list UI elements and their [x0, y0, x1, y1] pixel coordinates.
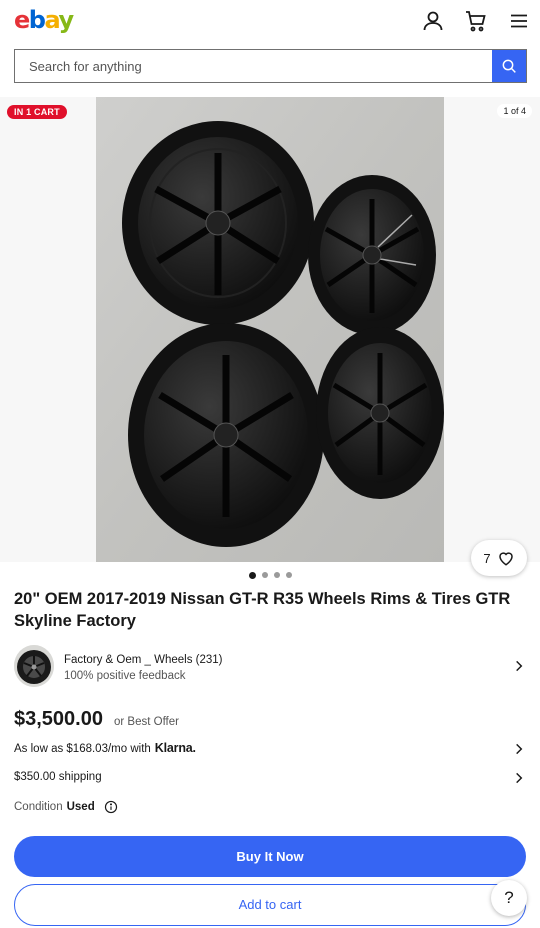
carousel-dots: [0, 571, 540, 579]
image-gallery[interactable]: IN 1 CART 1 of 4: [0, 97, 540, 562]
chevron-right-icon[interactable]: [512, 742, 526, 756]
condition-label: Condition: [14, 801, 63, 813]
product-photo[interactable]: [96, 97, 444, 562]
seller-feedback: 100% positive feedback: [64, 670, 186, 682]
chevron-right-icon[interactable]: [512, 771, 526, 785]
user-icon[interactable]: [421, 9, 445, 33]
financing-text: As low as $168.03/mo with: [14, 743, 151, 755]
shipping-row[interactable]: $350.00 shipping: [14, 771, 102, 783]
best-offer-label: or Best Offer: [114, 716, 179, 728]
ebay-logo[interactable]: ebay: [14, 6, 74, 34]
condition-value: Used: [66, 801, 95, 813]
watch-count: 7: [483, 550, 491, 566]
condition-row: Condition Used: [14, 800, 118, 814]
financing-row[interactable]: As low as $168.03/mo with Klarna.: [14, 741, 196, 755]
menu-icon[interactable]: [507, 9, 531, 33]
search-icon: [502, 59, 516, 73]
carousel-dot[interactable]: [261, 572, 268, 578]
listing-title: 20" OEM 2017-2019 Nissan GT-R R35 Wheels…: [14, 590, 511, 630]
image-counter: 1 of 4: [497, 104, 532, 118]
seller-row[interactable]: Factory & Oem _ Wheels (231) 100% positi…: [14, 645, 528, 689]
chevron-right-icon: [516, 660, 523, 672]
info-icon[interactable]: [104, 800, 118, 814]
help-button[interactable]: ?: [491, 880, 527, 916]
seller-avatar: [14, 645, 54, 687]
add-to-cart-button[interactable]: Add to cart: [14, 884, 526, 926]
klarna-logo: Klarna.: [154, 741, 196, 755]
shipping-text: $350.00 shipping: [14, 771, 102, 783]
carousel-dot[interactable]: [285, 572, 292, 578]
logo-letter: y: [58, 6, 74, 34]
logo-letter: a: [44, 6, 59, 34]
heart-icon: [498, 552, 513, 566]
search-button[interactable]: [492, 50, 526, 82]
buy-it-now-button[interactable]: Buy It Now: [14, 836, 526, 877]
price: $3,500.00: [14, 708, 103, 730]
cart-icon[interactable]: [464, 9, 488, 33]
logo-letter: e: [14, 6, 30, 34]
in-cart-badge: IN 1 CART: [7, 105, 67, 119]
header: ebay: [0, 0, 540, 44]
carousel-dot[interactable]: [273, 572, 280, 578]
search-input[interactable]: [15, 50, 492, 82]
logo-letter: b: [28, 6, 46, 34]
watch-button[interactable]: 7: [471, 540, 527, 576]
carousel-dot[interactable]: [248, 571, 256, 579]
seller-name[interactable]: Factory & Oem _ Wheels (231): [64, 654, 223, 666]
search-bar: [14, 49, 527, 83]
